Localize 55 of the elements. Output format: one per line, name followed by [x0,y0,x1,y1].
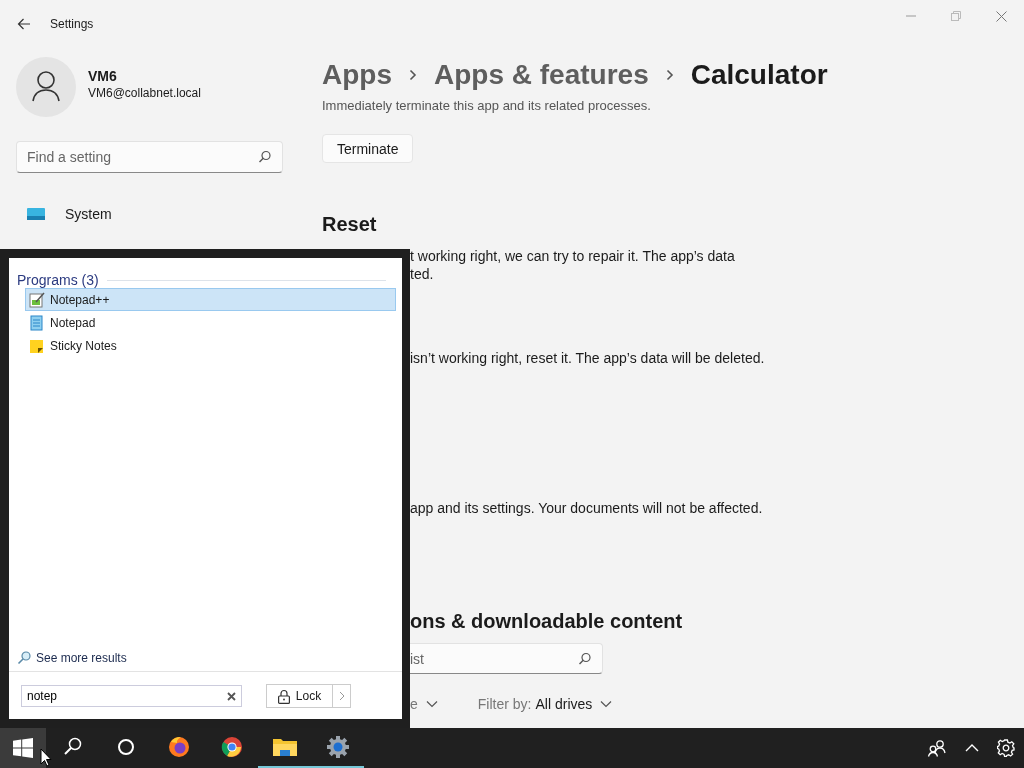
sticky-note-icon [29,337,45,354]
settings-icon[interactable] [997,739,1015,757]
program-item[interactable]: Notepad [25,311,396,334]
chevron-right-icon [409,69,417,81]
notepad-icon [29,291,45,308]
section-heading: Reset [322,213,378,236]
monitor-icon [27,207,45,221]
breadcrumb-item[interactable]: Apps & features [434,59,649,91]
see-more-results-link[interactable]: See more results [17,645,396,671]
search-icon [17,651,31,665]
search-icon [62,737,83,757]
sidebar-item[interactable]: System [16,198,322,230]
pointer-icon [40,748,52,767]
search-field[interactable]: Find a setting [16,141,283,173]
folder-icon [272,736,297,758]
chevron-up-icon[interactable] [965,744,979,752]
terminate-button[interactable]: Terminate [322,134,414,163]
user-name: VM6 [88,68,118,84]
clear-icon[interactable] [227,692,236,701]
lock-icon [277,688,290,704]
circle-icon [116,738,135,756]
start-button[interactable] [0,728,46,768]
description-text: isn’t working right, reset it. The app’s data will be deleted. [410,349,766,367]
program-item[interactable]: Notepad++ [25,288,396,311]
section-heading: ons & downloadable content [410,610,684,633]
chevron-down-icon [600,700,613,708]
back-icon[interactable] [17,18,31,30]
filter-dropdown[interactable]: e [410,696,438,712]
description-text: app and its settings. Your documents will not be affected. [410,499,764,517]
search-field[interactable]: notep [21,685,242,707]
program-item[interactable]: Sticky Notes [25,334,396,357]
people-icon[interactable] [927,739,947,757]
description-text: ted. [410,265,435,283]
search-field[interactable]: ist [410,643,603,674]
avatar-icon [16,57,76,117]
breadcrumb-item: Calculator [690,59,828,91]
chevron-right-icon [338,691,345,701]
filter-dropdown[interactable]: Filter by: All drives [477,696,613,712]
user-email: VM6@collabnet.local [88,86,201,100]
search-icon [578,652,592,666]
browser-icon [220,736,243,758]
windows-logo-icon [13,738,33,758]
chevron-right-icon [665,69,674,81]
breadcrumb-item[interactable]: Apps [322,59,392,91]
notepad-icon [29,314,45,331]
lock-button[interactable]: Lock [266,684,333,708]
window-title: Settings [50,17,94,31]
close-icon[interactable] [996,10,1007,22]
gear-icon [326,736,349,758]
description-text: t working right, we can try to repair it. The app’s data [410,247,736,265]
search-icon [258,150,272,164]
section-header: Programs (3) [17,272,99,288]
fox-globe-icon [167,736,190,758]
description-text: Immediately terminate this app and its related processes. [322,98,652,114]
chevron-down-icon [425,700,438,708]
